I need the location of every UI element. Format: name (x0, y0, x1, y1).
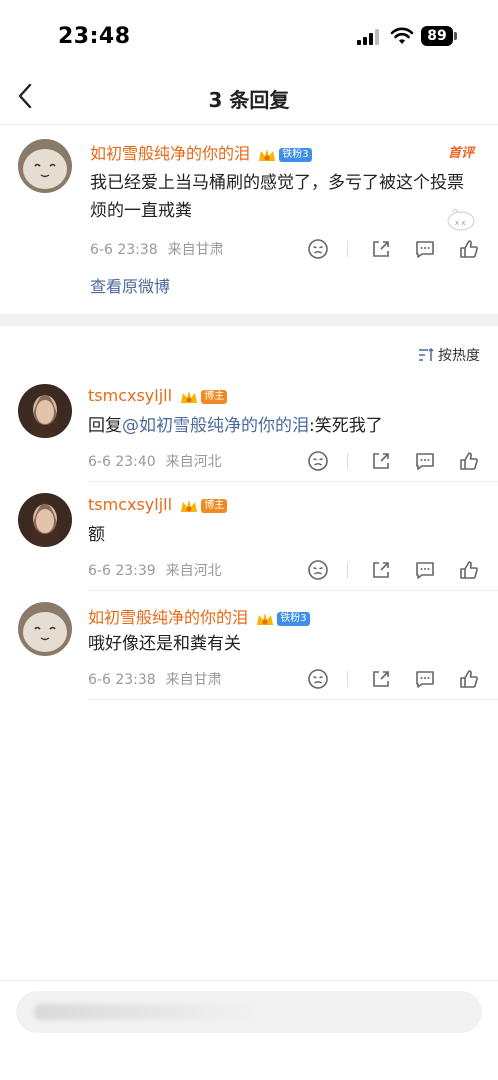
section-divider (0, 314, 498, 326)
reply-meta: 6-6 23:40 来自河北 (88, 451, 232, 471)
row-divider (88, 590, 498, 591)
view-original-link[interactable]: 查看原微博 (90, 273, 170, 297)
fan-badge: 铁粉3 (279, 147, 312, 162)
avatar[interactable] (18, 493, 72, 547)
divider (347, 241, 348, 257)
reply-body: :笑死我了 (309, 416, 383, 436)
input-placeholder-blurred (34, 1004, 264, 1020)
battery-indicator: 89 (421, 26, 453, 46)
reply-text: 额 (88, 525, 105, 545)
reply-location: 来自河北 (165, 563, 222, 579)
row-divider (88, 699, 498, 700)
like-icon[interactable] (458, 559, 480, 581)
reply-meta: 6-6 23:38 来自甘肃 (88, 669, 232, 689)
reply-actions (285, 559, 480, 581)
like-icon[interactable] (458, 450, 480, 472)
comment-icon[interactable] (414, 450, 436, 472)
reply-date: 6-6 23:39 (88, 563, 156, 579)
reply-actions (285, 668, 480, 690)
comment-icon[interactable] (414, 559, 436, 581)
divider (347, 562, 348, 578)
reply-actions (285, 450, 480, 472)
crown-badge-icon (181, 390, 198, 403)
username[interactable]: 如初雪般纯净的你的泪 铁粉3 (90, 140, 312, 164)
row-divider (88, 481, 498, 482)
username[interactable]: 如初雪般纯净的你的泪 铁粉3 (88, 604, 310, 628)
comment-icon[interactable] (414, 238, 436, 260)
crown-badge-icon (257, 612, 274, 625)
emoji-icon[interactable] (307, 238, 329, 260)
reply-location: 来自甘肃 (165, 672, 222, 688)
reply-text: 回复@如初雪般纯净的你的泪:笑死我了 (88, 412, 383, 440)
username-text: 如初雪般纯净的你的泪 (88, 608, 249, 627)
reply-input-bar (0, 980, 498, 1080)
share-icon[interactable] (370, 668, 392, 690)
reply-location: 来自河北 (165, 454, 222, 470)
reply-date: 6-6 23:38 (88, 672, 156, 688)
author-badge: 博主 (201, 498, 228, 513)
root-comment: 如初雪般纯净的你的泪 铁粉3 首评 我已经爱上当马桶刷的感觉了，多亏了被这个投票… (0, 124, 498, 314)
emoji-icon[interactable] (307, 450, 329, 472)
reply-prefix: 回复 (88, 416, 122, 436)
fan-badge: 铁粉3 (277, 611, 310, 626)
nav-bar: 3 条回复 (0, 72, 498, 122)
reply-meta: 6-6 23:39 来自河北 (88, 560, 232, 580)
emoji-icon[interactable] (307, 559, 329, 581)
like-icon[interactable] (458, 238, 480, 260)
wifi-icon (390, 27, 414, 44)
username-text: tsmcxsyljll (88, 495, 173, 514)
sort-label: 按热度 (438, 348, 480, 364)
username-text: 如初雪般纯净的你的泪 (90, 144, 251, 163)
username[interactable]: tsmcxsyljll 博主 (88, 495, 228, 514)
share-icon[interactable] (370, 238, 392, 260)
comment-icon[interactable] (414, 668, 436, 690)
divider (347, 671, 348, 687)
avatar[interactable] (18, 602, 72, 656)
comment-date: 6-6 23:38 (90, 242, 158, 258)
battery-tip (454, 32, 457, 40)
share-icon[interactable] (370, 450, 392, 472)
status-bar: 23:48 89 (0, 0, 498, 70)
sort-icon (419, 348, 434, 361)
share-icon[interactable] (370, 559, 392, 581)
avatar[interactable] (18, 139, 72, 193)
comment-actions (285, 238, 480, 260)
sort-button[interactable]: 按热度 (418, 345, 480, 365)
emoji-icon[interactable] (307, 668, 329, 690)
page-title: 3 条回复 (208, 88, 290, 112)
status-time: 23:48 (58, 24, 131, 49)
crown-badge-icon (259, 148, 276, 161)
reply-item: 如初雪般纯净的你的泪 铁粉3 哦好像还是和粪有关 6-6 23:38 来自甘肃 (0, 602, 498, 700)
username[interactable]: tsmcxsyljll 博主 (88, 386, 228, 405)
reply-input[interactable] (16, 991, 482, 1033)
crown-badge-icon (181, 499, 198, 512)
comment-location: 来自甘肃 (167, 242, 224, 258)
svg-text:x x: x x (455, 219, 466, 227)
sticker-icon: x x (447, 209, 475, 231)
username-text: tsmcxsyljll (88, 386, 173, 405)
comment-meta: 6-6 23:38 来自甘肃 (90, 239, 234, 259)
mention-link[interactable]: @如初雪般纯净的你的泪 (122, 416, 309, 436)
divider (347, 453, 348, 469)
comment-text: 我已经爱上当马桶刷的感觉了，多亏了被这个投票烦的一直戒粪 (90, 173, 464, 221)
avatar[interactable] (18, 384, 72, 438)
author-badge: 博主 (201, 389, 228, 404)
reply-text: 哦好像还是和粪有关 (88, 634, 241, 654)
reply-item: tsmcxsyljll 博主 额 6-6 23:39 来自河北 (0, 493, 498, 591)
reply-date: 6-6 23:40 (88, 454, 156, 470)
reply-item: tsmcxsyljll 博主 回复@如初雪般纯净的你的泪:笑死我了 6-6 23… (0, 384, 498, 482)
pick-tag: 首评 (447, 146, 474, 161)
signal-icon (357, 29, 379, 45)
like-icon[interactable] (458, 668, 480, 690)
